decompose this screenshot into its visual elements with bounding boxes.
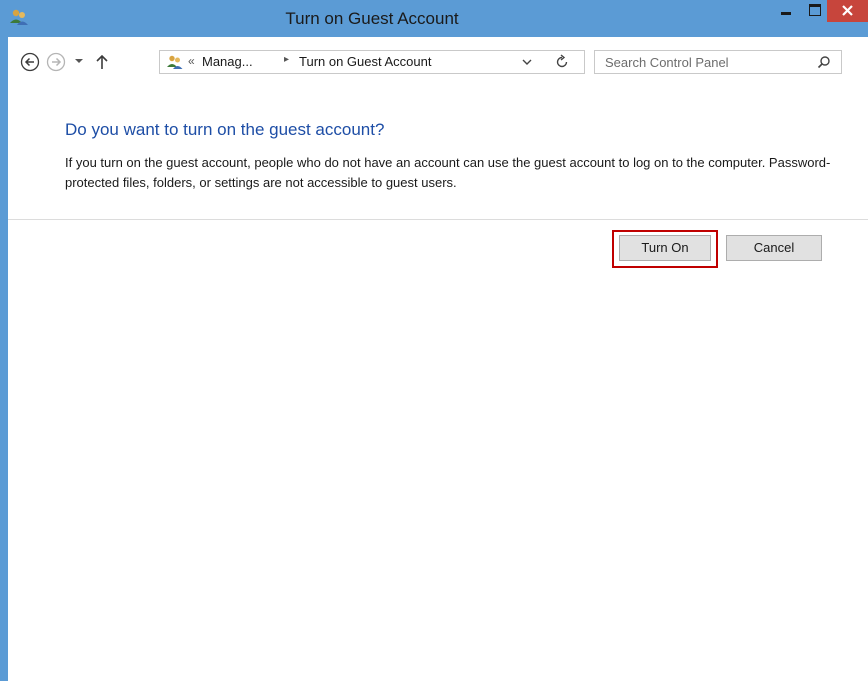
forward-arrow-icon[interactable] xyxy=(46,52,66,72)
up-arrow-icon[interactable] xyxy=(94,53,110,71)
breadcrumb-segment-current[interactable]: Turn on Guest Account xyxy=(299,54,431,69)
address-dropdown-icon[interactable] xyxy=(520,55,534,69)
navigation-bar: « Manag... ▸ Turn on Guest Account xyxy=(8,37,868,95)
minimize-button[interactable] xyxy=(772,0,800,22)
window-left-border xyxy=(0,0,8,681)
cancel-button[interactable]: Cancel xyxy=(726,235,822,261)
window-title: Turn on Guest Account xyxy=(285,9,459,28)
guest-account-window: Turn on Guest Account « Manag... ▸ Turn … xyxy=(0,0,868,681)
chevron-down-icon[interactable] xyxy=(73,55,85,67)
back-arrow-icon[interactable] xyxy=(20,52,40,72)
search-icon[interactable] xyxy=(817,55,831,69)
turn-on-button[interactable]: Turn On xyxy=(619,235,711,261)
users-icon xyxy=(167,55,183,69)
breadcrumb-segment-manage[interactable]: Manag... xyxy=(202,54,253,69)
search-box[interactable] xyxy=(594,50,842,74)
description-text: If you turn on the guest account, people… xyxy=(65,155,831,190)
search-input[interactable] xyxy=(595,51,805,73)
breadcrumb-separator[interactable]: ▸ xyxy=(284,54,289,65)
divider xyxy=(8,219,868,220)
close-icon xyxy=(842,5,853,16)
address-bar[interactable]: « Manag... ▸ Turn on Guest Account xyxy=(159,50,585,74)
close-button[interactable] xyxy=(827,0,868,22)
page-heading: Do you want to turn on the guest account… xyxy=(65,120,385,139)
refresh-icon[interactable] xyxy=(554,54,570,70)
maximize-button[interactable] xyxy=(801,0,827,22)
title-bar[interactable]: Turn on Guest Account xyxy=(0,0,868,37)
breadcrumb-overflow[interactable]: « xyxy=(188,54,195,68)
